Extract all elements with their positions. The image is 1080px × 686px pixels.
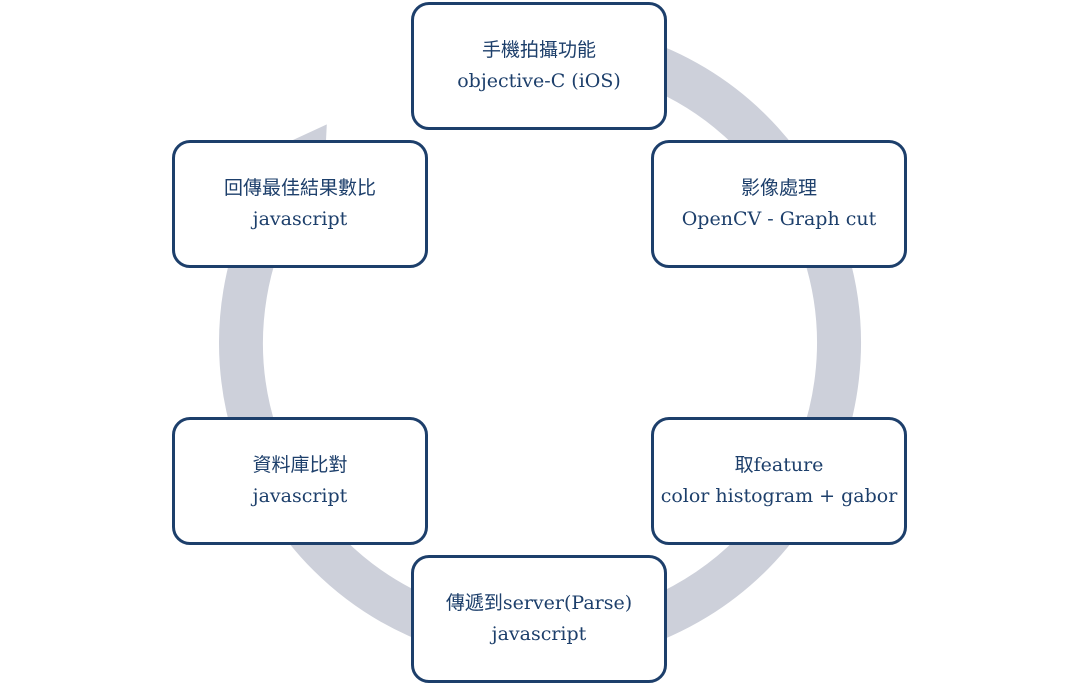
step-3-title: 取feature (734, 454, 824, 476)
step-6-subtitle: javascript (252, 208, 348, 230)
step-5-title: 資料庫比對 (252, 454, 348, 476)
step-2-title: 影像處理 (740, 177, 817, 199)
cycle-step-5: 資料庫比對 javascript (172, 417, 428, 545)
step-5-subtitle: javascript (252, 485, 348, 507)
step-1-subtitle: objective-C (iOS) (457, 70, 621, 92)
step-6-title: 回傳最佳結果數比 (223, 177, 376, 199)
cycle-step-6: 回傳最佳結果數比 javascript (172, 140, 428, 268)
step-4-title: 傳遞到server(Parse) (445, 592, 633, 614)
step-1-title: 手機拍攝功能 (481, 39, 596, 61)
step-3-subtitle: color histogram + gabor (660, 485, 898, 507)
step-2-subtitle: OpenCV - Graph cut (681, 208, 877, 230)
cycle-step-1: 手機拍攝功能 objective-C (iOS) (411, 2, 667, 130)
cycle-step-2: 影像處理 OpenCV - Graph cut (651, 140, 907, 268)
cycle-ring-band (219, 22, 861, 664)
cycle-step-3: 取feature color histogram + gabor (651, 417, 907, 545)
step-4-subtitle: javascript (491, 623, 587, 645)
cycle-step-4: 傳遞到server(Parse) javascript (411, 555, 667, 683)
